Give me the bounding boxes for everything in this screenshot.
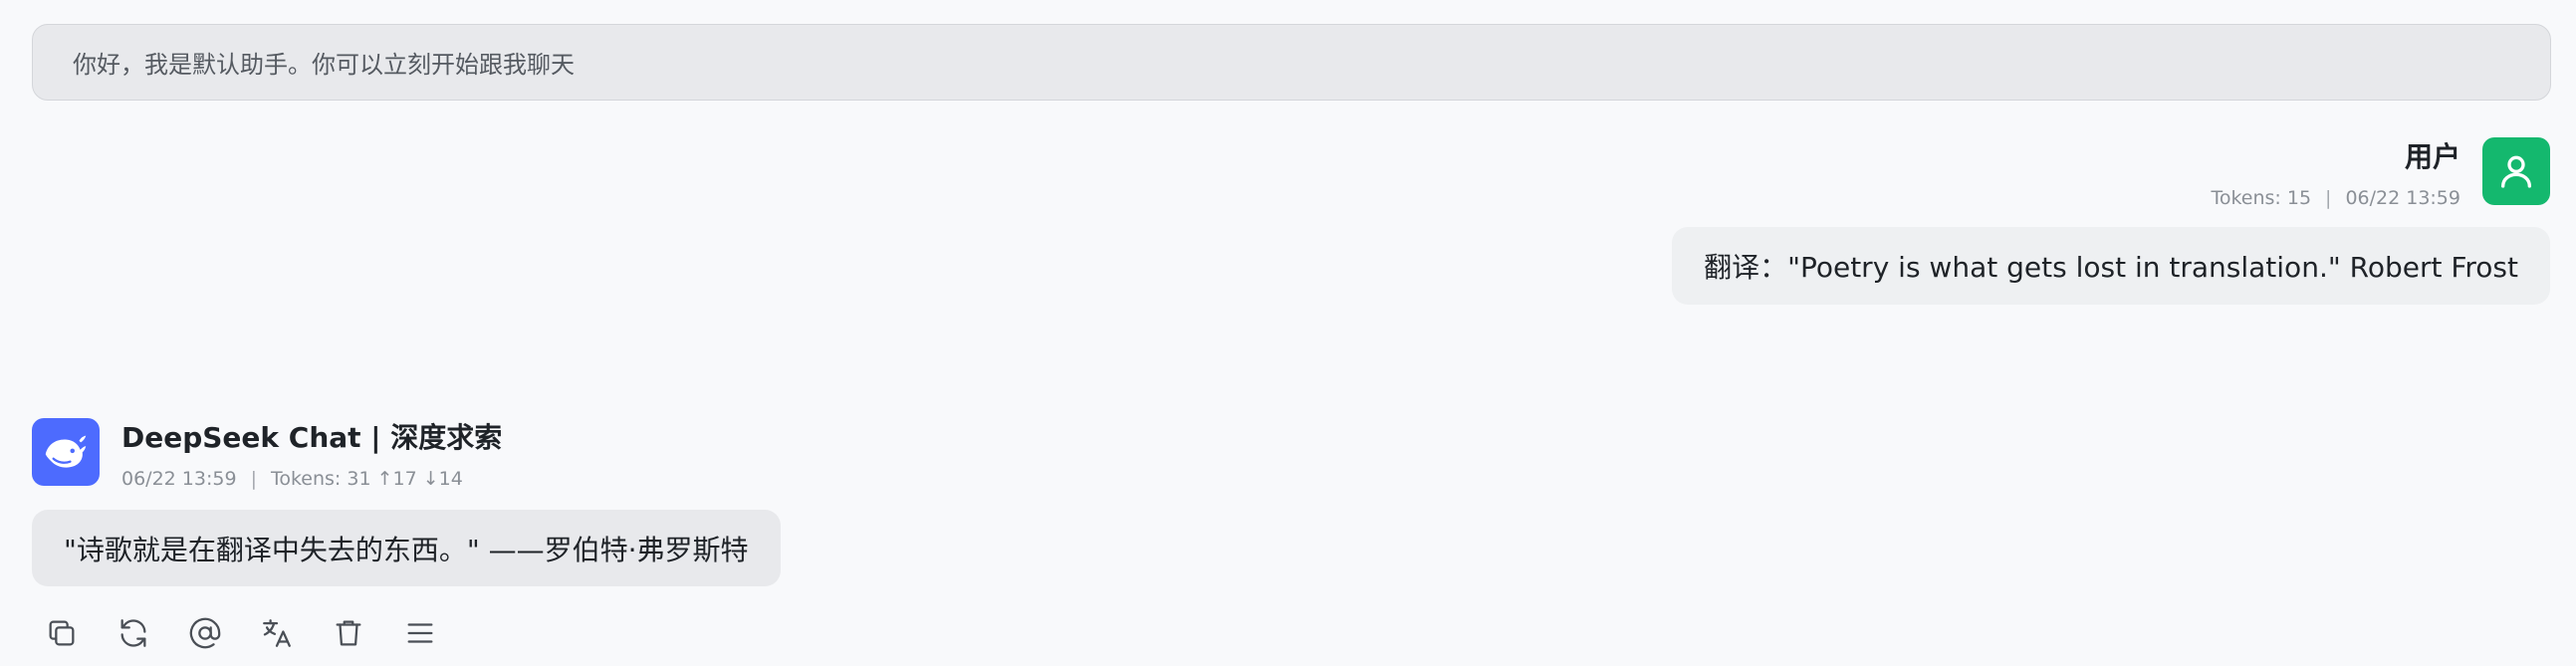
- delete-button[interactable]: [329, 613, 368, 653]
- user-timestamp: 06/22 13:59: [2345, 187, 2460, 209]
- user-message-header: 用户 Tokens: 15 | 06/22 13:59: [2211, 137, 2550, 209]
- chat-page: 你好，我是默认助手。你可以立刻开始跟我聊天 用户 Tokens: 15 | 06/2…: [0, 0, 2576, 666]
- user-meta: 用户 Tokens: 15 | 06/22 13:59: [2211, 137, 2460, 209]
- more-button[interactable]: [400, 613, 440, 653]
- meta-separator: |: [250, 468, 257, 490]
- user-avatar[interactable]: [2482, 137, 2550, 205]
- bot-meta: DeepSeek Chat | 深度求索 06/22 13:59 | Tokens:…: [121, 418, 502, 490]
- translate-button[interactable]: [257, 613, 297, 653]
- translate-icon: [263, 619, 291, 647]
- copy-button[interactable]: [42, 613, 82, 653]
- at-icon: [189, 617, 221, 649]
- user-message-meta: Tokens: 15 | 06/22 13:59: [2211, 187, 2460, 209]
- bot-tokens: Tokens: 31 ↑17 ↓14: [270, 468, 463, 490]
- user-message-bubble: 翻译："Poetry is what gets lost in translat…: [1672, 227, 2550, 305]
- mention-button[interactable]: [185, 613, 225, 653]
- system-message-text: 你好，我是默认助手。你可以立刻开始跟我聊天: [73, 51, 575, 79]
- meta-separator: |: [2325, 187, 2332, 209]
- bot-message-bubble: "诗歌就是在翻译中失去的东西。" ——罗伯特·弗罗斯特: [32, 510, 781, 586]
- copy-icon: [49, 620, 75, 646]
- bot-name: DeepSeek Chat | 深度求索: [121, 421, 503, 454]
- user-tokens: Tokens: 15: [2211, 187, 2312, 209]
- bot-message-meta: 06/22 13:59 | Tokens: 31 ↑17 ↓14: [121, 468, 502, 490]
- user-name: 用户: [2404, 140, 2460, 173]
- regenerate-button[interactable]: [114, 613, 153, 653]
- trash-icon: [336, 620, 361, 646]
- bot-message-header: DeepSeek Chat | 深度求索 06/22 13:59 | Tokens:…: [32, 418, 502, 490]
- bot-timestamp: 06/22 13:59: [121, 468, 237, 490]
- message-actions: [42, 613, 472, 653]
- menu-icon: [407, 623, 433, 643]
- deepseek-whale-icon: [45, 435, 87, 468]
- user-icon: [2501, 155, 2531, 188]
- bot-avatar[interactable]: [32, 418, 100, 486]
- system-message: 你好，我是默认助手。你可以立刻开始跟我聊天: [32, 24, 2551, 101]
- refresh-icon: [120, 619, 146, 647]
